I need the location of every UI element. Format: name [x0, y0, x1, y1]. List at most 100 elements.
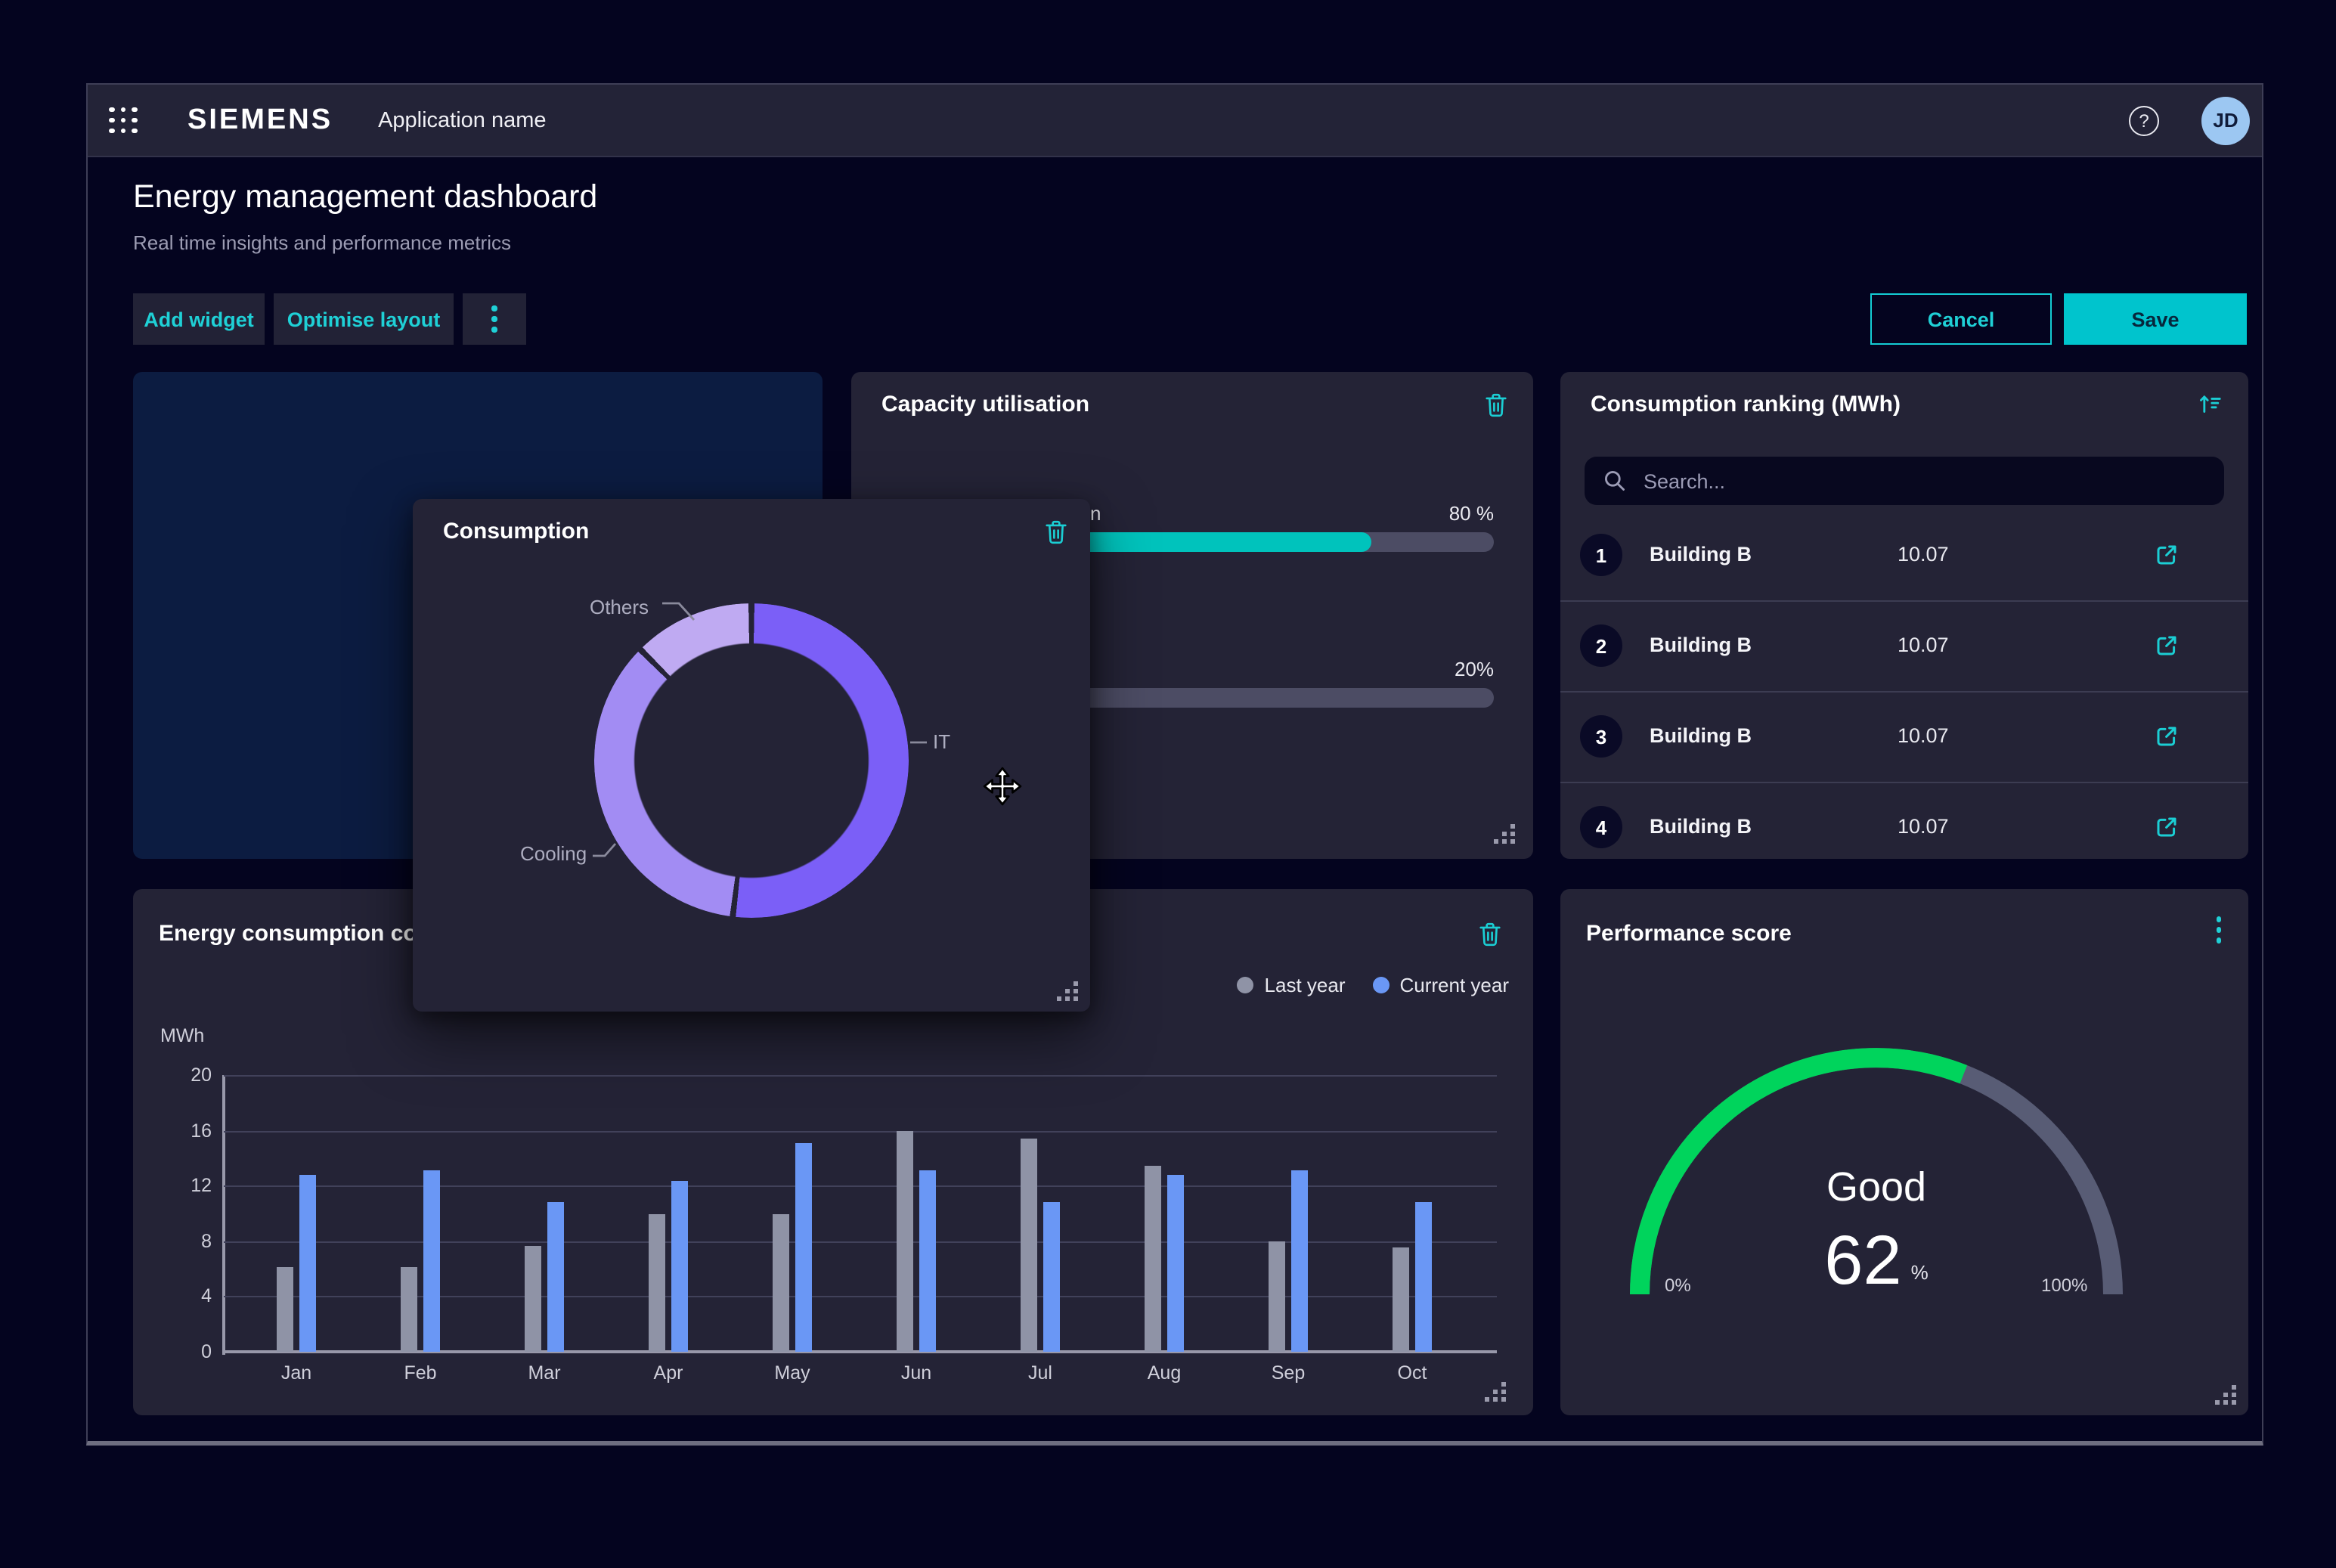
bar-current-year — [919, 1170, 936, 1352]
legend-dot-icon — [1238, 977, 1254, 993]
gridline — [224, 1075, 1497, 1077]
y-tick-label: 0 — [169, 1341, 212, 1362]
progress-value: 20% — [1455, 658, 1494, 680]
page-title: Energy management dashboard — [133, 178, 597, 216]
x-tick-label: Feb — [383, 1362, 458, 1384]
bar-current-year — [299, 1175, 316, 1352]
building-name: Building B — [1650, 634, 1752, 656]
consumption-widget-dragging[interactable]: Consumption Others IT Cooling — [413, 499, 1090, 1012]
y-tick-label: 12 — [169, 1175, 212, 1196]
y-tick-label: 8 — [169, 1231, 212, 1252]
gridline — [224, 1130, 1497, 1132]
x-tick-label: Sep — [1250, 1362, 1326, 1384]
search-box — [1585, 457, 2224, 505]
gauge-value: 62 — [1824, 1219, 1901, 1300]
widget-title: Consumption ranking (MWh) — [1591, 392, 1901, 417]
bar-current-year — [1415, 1202, 1432, 1352]
bar-last-year — [1145, 1167, 1161, 1352]
consumption-value: 10.07 — [1898, 815, 1949, 838]
bar-last-year — [277, 1267, 293, 1352]
toolbar-kebab-menu-icon[interactable] — [463, 293, 526, 345]
widget-title: Performance score — [1586, 921, 1792, 947]
widget-title: Energy consumption com — [159, 921, 437, 947]
cancel-button[interactable]: Cancel — [1870, 293, 2052, 345]
x-tick-label: Oct — [1374, 1362, 1450, 1384]
bar-last-year — [1021, 1139, 1037, 1352]
donut-label-it: IT — [933, 730, 950, 753]
widget-kebab-menu-icon[interactable] — [2216, 916, 2221, 943]
dashboard-screen: SIEMENS Application name ? JD Energy man… — [0, 0, 2336, 1568]
building-name: Building B — [1650, 815, 1752, 838]
x-tick-label: Apr — [630, 1362, 706, 1384]
building-name: Building B — [1650, 724, 1752, 747]
open-external-icon[interactable] — [2153, 813, 2180, 841]
chart-legend: Last year Current year — [1238, 974, 1509, 996]
x-tick-label: Jul — [1002, 1362, 1078, 1384]
bar-current-year — [1291, 1170, 1308, 1352]
bar-current-year — [423, 1170, 440, 1352]
ranking-list: 1Building B10.072Building B10.073Buildin… — [1560, 511, 2248, 859]
building-name: Building B — [1650, 543, 1752, 566]
bar-current-year — [1043, 1202, 1060, 1352]
x-tick-label: Jun — [878, 1362, 954, 1384]
bar-last-year — [649, 1213, 665, 1352]
bar-current-year — [547, 1202, 564, 1352]
help-icon[interactable]: ? — [2129, 105, 2159, 135]
consumption-ranking-widget: Consumption ranking (MWh) 1 Building B 10.… — [1560, 372, 2248, 859]
open-external-icon[interactable] — [2153, 632, 2180, 659]
delete-widget-icon[interactable] — [1477, 921, 1503, 948]
y-tick-label: 20 — [169, 1064, 212, 1086]
optimise-layout-button[interactable]: Optimise layout — [274, 293, 454, 345]
resize-handle-icon[interactable] — [2215, 1385, 2236, 1405]
consumption-value: 10.07 — [1898, 724, 1949, 747]
ranking-row: 2Building B10.07 — [1560, 602, 2248, 693]
rank-badge: 4 — [1580, 806, 1622, 848]
delete-widget-icon[interactable] — [1043, 519, 1069, 546]
x-tick-label: Mar — [507, 1362, 582, 1384]
bar-last-year — [401, 1267, 417, 1352]
move-cursor-icon — [983, 767, 1022, 806]
gauge-unit: % — [1911, 1261, 1929, 1284]
bar-last-year — [773, 1213, 789, 1352]
callout-line — [661, 599, 697, 623]
y-tick-label: 16 — [169, 1120, 212, 1141]
ranking-row: 1 Building B 10.07 — [1560, 511, 2248, 602]
sort-icon[interactable] — [2197, 392, 2223, 417]
app-launcher-icon[interactable] — [109, 107, 139, 134]
ranking-row: 3Building B10.07 — [1560, 693, 2248, 783]
consumption-value: 10.07 — [1898, 543, 1949, 566]
donut-label-others: Others — [558, 596, 649, 618]
app-name: Application name — [378, 108, 547, 132]
progress-value: 80 % — [1449, 502, 1494, 525]
bar-last-year — [525, 1247, 541, 1352]
open-external-icon[interactable] — [2153, 541, 2180, 569]
x-tick-label: Jan — [259, 1362, 334, 1384]
x-tick-label: May — [754, 1362, 830, 1384]
donut-label-cooling: Cooling — [520, 842, 587, 865]
resize-handle-icon[interactable] — [1057, 981, 1078, 1001]
legend-label: Last year — [1265, 974, 1346, 996]
resize-handle-icon[interactable] — [1494, 824, 1515, 844]
donut-chart — [594, 603, 909, 918]
consumption-value: 10.07 — [1898, 634, 1949, 656]
app-header: SIEMENS Application name ? JD — [88, 85, 2262, 157]
bar-last-year — [1269, 1241, 1285, 1352]
bar-current-year — [671, 1180, 688, 1352]
search-icon — [1603, 469, 1627, 493]
bar-last-year — [1393, 1248, 1409, 1352]
page-subtitle: Real time insights and performance metri… — [133, 231, 511, 254]
bar-chart: 201612840JanFebMarAprMayJunJulAugSepOct — [224, 1075, 1497, 1352]
save-button[interactable]: Save — [2064, 293, 2247, 345]
rank-badge: 1 — [1580, 534, 1622, 576]
delete-widget-icon[interactable] — [1483, 392, 1509, 419]
ranking-row: 4 Building B 10.07 — [1560, 783, 2248, 859]
legend-item: Current year — [1373, 974, 1510, 996]
resize-handle-icon[interactable] — [1485, 1382, 1506, 1402]
user-avatar[interactable]: JD — [2201, 96, 2250, 144]
legend-item: Last year — [1238, 974, 1346, 996]
add-widget-button[interactable]: Add widget — [133, 293, 265, 345]
callout-line — [909, 738, 930, 747]
gauge-value-row: 62 % — [1630, 1219, 2123, 1300]
open-external-icon[interactable] — [2153, 723, 2180, 750]
search-input[interactable] — [1640, 468, 2224, 494]
